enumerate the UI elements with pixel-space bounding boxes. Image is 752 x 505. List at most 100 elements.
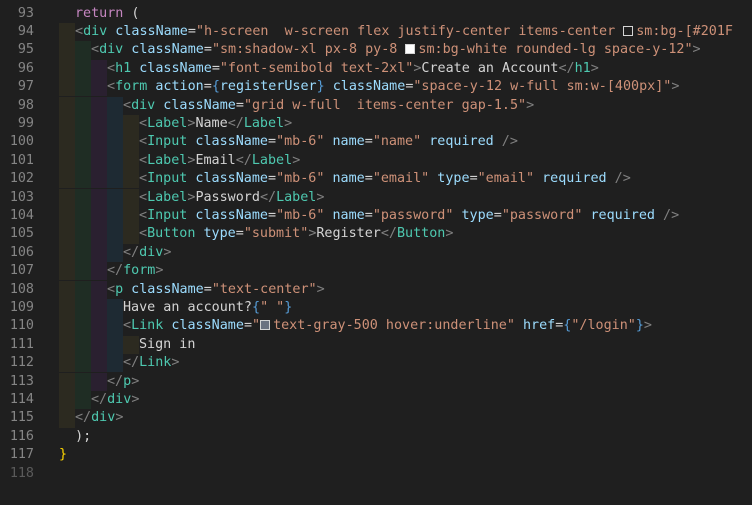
token-punc: < <box>139 207 148 223</box>
indent-guide <box>91 188 107 207</box>
code-text: Have an account?{" "} <box>123 299 292 317</box>
token-str: "password" <box>372 207 454 223</box>
token-txt: Have an account? <box>123 299 252 315</box>
token-txt: = <box>203 79 212 95</box>
token-txt: Password <box>195 189 260 205</box>
code-text: </Link> <box>123 354 179 372</box>
token-punc: < <box>107 281 116 297</box>
code-line[interactable]: 94 <div className="h-screen w-screen flex… <box>0 22 752 42</box>
code-line[interactable]: 100 <Input className="mb-6" name="name" r… <box>0 133 752 152</box>
token-attr: className <box>324 79 406 95</box>
token-punc: </ <box>259 189 277 205</box>
line-number: 109 <box>9 299 34 315</box>
code-line[interactable]: 98 <div className="grid w-full items-cent… <box>0 96 752 115</box>
token-punc: </ <box>107 373 124 389</box>
token-punc: /> <box>606 171 631 187</box>
token-str: "sm:shadow-xl px-8 py-8 <box>211 42 406 58</box>
code-line[interactable]: 113 </p> <box>0 372 752 391</box>
token-attr: name <box>324 207 365 223</box>
indent-guide <box>59 114 75 134</box>
code-line[interactable]: 96 <h1 className="font-semibold text-2xl"… <box>0 59 752 79</box>
code-line[interactable]: 101 <Label>Email</Label> <box>0 151 752 171</box>
token-punc: < <box>91 42 100 58</box>
token-txt: Register <box>316 226 381 242</box>
code-line[interactable]: 118 <box>0 465 752 483</box>
code-line[interactable]: 115 </div> <box>0 409 752 428</box>
color-swatch-icon[interactable] <box>405 44 416 55</box>
code-line[interactable]: 104 <Input className="mb-6" name="passwor… <box>0 206 752 226</box>
line-number: 97 <box>17 79 34 95</box>
token-punc: > <box>526 97 535 113</box>
indent-guide <box>59 317 75 336</box>
color-swatch-icon[interactable] <box>260 320 271 331</box>
code-line[interactable]: 108 <p className="text-center"> <box>0 280 752 299</box>
code-line[interactable]: 109 Have an account?{" "} <box>0 298 752 318</box>
token-tag: p <box>123 373 132 389</box>
code-line[interactable]: 111 Sign in <box>0 335 752 355</box>
code-line[interactable]: 107 </form> <box>0 262 752 281</box>
token-tag: Label <box>147 115 188 131</box>
token-attr: className <box>131 60 212 76</box>
token-str: "space-y-12 w-full sm:w-[400px]" <box>413 79 672 95</box>
token-txt: = <box>235 226 244 242</box>
code-line[interactable]: 105 <Button type="submit">Register</Butto… <box>0 225 752 244</box>
code-line[interactable]: 116 ); <box>0 428 752 446</box>
code-text: </div> <box>75 409 123 427</box>
line-number: 96 <box>17 60 34 76</box>
line-number: 95 <box>17 42 34 58</box>
token-txt: Name <box>195 115 228 131</box>
code-editor[interactable]: 93 return (94 <div className="h-screen w-s… <box>0 0 752 505</box>
token-txt: = <box>235 97 244 113</box>
code-line[interactable]: 117} <box>0 446 752 464</box>
indent-guide <box>75 390 91 410</box>
token-tag: h1 <box>574 60 591 76</box>
token-str: "text-center" <box>211 281 317 297</box>
code-line[interactable]: 93 return ( <box>0 5 752 23</box>
line-number: 113 <box>9 373 34 389</box>
token-str: "email" <box>372 171 430 187</box>
code-text: ); <box>59 428 91 446</box>
code-text: <Label>Password</Label> <box>139 189 324 207</box>
token-punc: < <box>139 115 148 131</box>
code-text: <Input className="mb-6" name="email" typ… <box>139 170 631 188</box>
code-text: <form action={registerUser} className="s… <box>107 78 679 96</box>
code-line[interactable]: 110 <Link className=" text-gray-500 hover:… <box>0 317 752 336</box>
token-punc: </ <box>227 115 244 131</box>
code-line[interactable]: 95 <div className="sm:shadow-xl px-8 py-8… <box>0 41 752 60</box>
token-str: "mb-6" <box>276 171 325 187</box>
token-punc: > <box>316 281 325 297</box>
code-line[interactable]: 97 <form action={registerUser} className=… <box>0 78 752 97</box>
code-text: <div className="grid w-full items-center… <box>123 97 534 115</box>
token-tag: h1 <box>115 60 132 76</box>
token-txt: = <box>203 281 212 297</box>
code-line[interactable]: 103 <Label>Password</Label> <box>0 188 752 207</box>
code-text: <h1 className="font-semibold text-2xl">C… <box>107 60 599 78</box>
color-swatch-icon[interactable] <box>623 25 634 36</box>
token-attr: type <box>453 207 494 223</box>
token-txt: = <box>364 207 373 223</box>
token-punc: > <box>131 373 140 389</box>
code-line[interactable]: 106 </div> <box>0 243 752 263</box>
indent-guide <box>123 206 139 226</box>
token-kw: return <box>75 5 124 21</box>
token-punc: </ <box>235 152 252 168</box>
indent-guide <box>59 78 75 97</box>
token-attr: name <box>324 171 365 187</box>
token-punc: > <box>590 60 599 76</box>
code-line[interactable]: 114 </div> <box>0 390 752 410</box>
code-line[interactable]: 99 <Label>Name</Label> <box>0 114 752 134</box>
code-line[interactable]: 112 </Link> <box>0 354 752 373</box>
token-str: " <box>252 318 261 334</box>
indent-guide <box>107 151 123 171</box>
line-number: 98 <box>17 97 34 113</box>
indent-guide <box>107 188 123 207</box>
token-punc: < <box>123 318 132 334</box>
indent-guide <box>75 354 91 373</box>
code-text: Sign in <box>139 336 195 354</box>
indent-guide <box>91 170 107 189</box>
token-punc: /> <box>655 207 680 223</box>
indent-guide <box>91 225 107 244</box>
code-line[interactable]: 102 <Input className="mb-6" name="email" … <box>0 170 752 189</box>
token-punc: < <box>139 152 148 168</box>
token-str: text-gray-500 hover:underline" <box>273 318 515 334</box>
